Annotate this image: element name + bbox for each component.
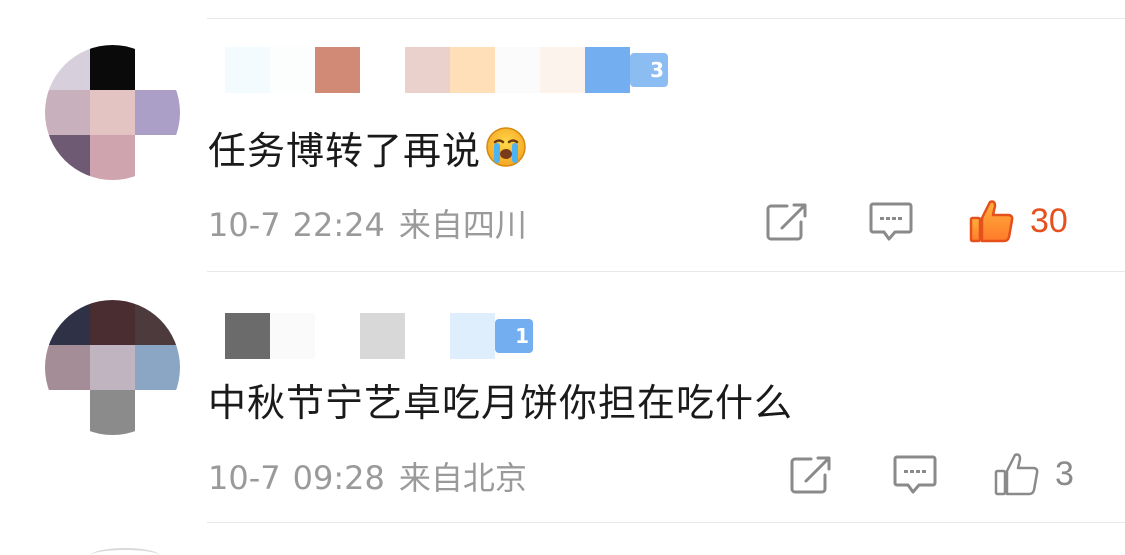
like-count: 3 (1055, 454, 1074, 493)
reply-button[interactable] (891, 453, 939, 497)
comment-location: 来自北京 (398, 459, 527, 497)
avatar[interactable] (45, 45, 180, 180)
comment-divider (207, 522, 1125, 523)
comment-text: 中秋节宁艺卓吃月饼你担在吃什么 (208, 370, 793, 428)
avatar-partial[interactable] (90, 548, 160, 555)
comment-icon (869, 202, 913, 241)
share-button[interactable] (763, 200, 811, 244)
share-button[interactable] (787, 453, 835, 497)
comment-meta: 10-7 09:28 来自北京 (208, 453, 541, 499)
avatar[interactable] (45, 300, 180, 435)
comment-list: 3 任务博转了再说 10-7 22:24 来自四川 30 1 中秋节宁艺卓吃月饼… (0, 0, 1125, 555)
comment-date: 10-7 (208, 206, 281, 244)
comment-text-content: 中秋节宁艺卓吃月饼你担在吃什么 (208, 380, 794, 425)
comment-icon (893, 455, 937, 494)
username-blurred[interactable]: 3 (225, 45, 668, 95)
like-button[interactable]: 3 (993, 449, 1093, 499)
comment-time: 09:28 (292, 459, 385, 497)
comment-text-content: 任务博转了再说 (208, 128, 482, 173)
level-badge: 1 (495, 319, 533, 353)
comment-date: 10-7 (208, 459, 281, 497)
top-divider (207, 18, 1125, 19)
share-icon (766, 203, 807, 241)
username-blurred[interactable]: 1 (225, 311, 533, 361)
thumbs-up-icon (969, 200, 1014, 243)
share-icon (790, 456, 831, 494)
like-button[interactable]: 30 (968, 196, 1088, 246)
comment-divider (207, 271, 1125, 272)
like-count: 30 (1030, 201, 1068, 240)
comment-location: 来自四川 (398, 206, 527, 244)
comment-time: 22:24 (292, 206, 385, 244)
crying-face-icon (486, 127, 526, 167)
comment-text: 任务博转了再说 (208, 118, 527, 176)
comment-meta: 10-7 22:24 来自四川 (208, 200, 541, 246)
thumbs-up-icon (994, 453, 1039, 496)
reply-button[interactable] (867, 200, 915, 244)
level-badge: 3 (630, 53, 668, 87)
